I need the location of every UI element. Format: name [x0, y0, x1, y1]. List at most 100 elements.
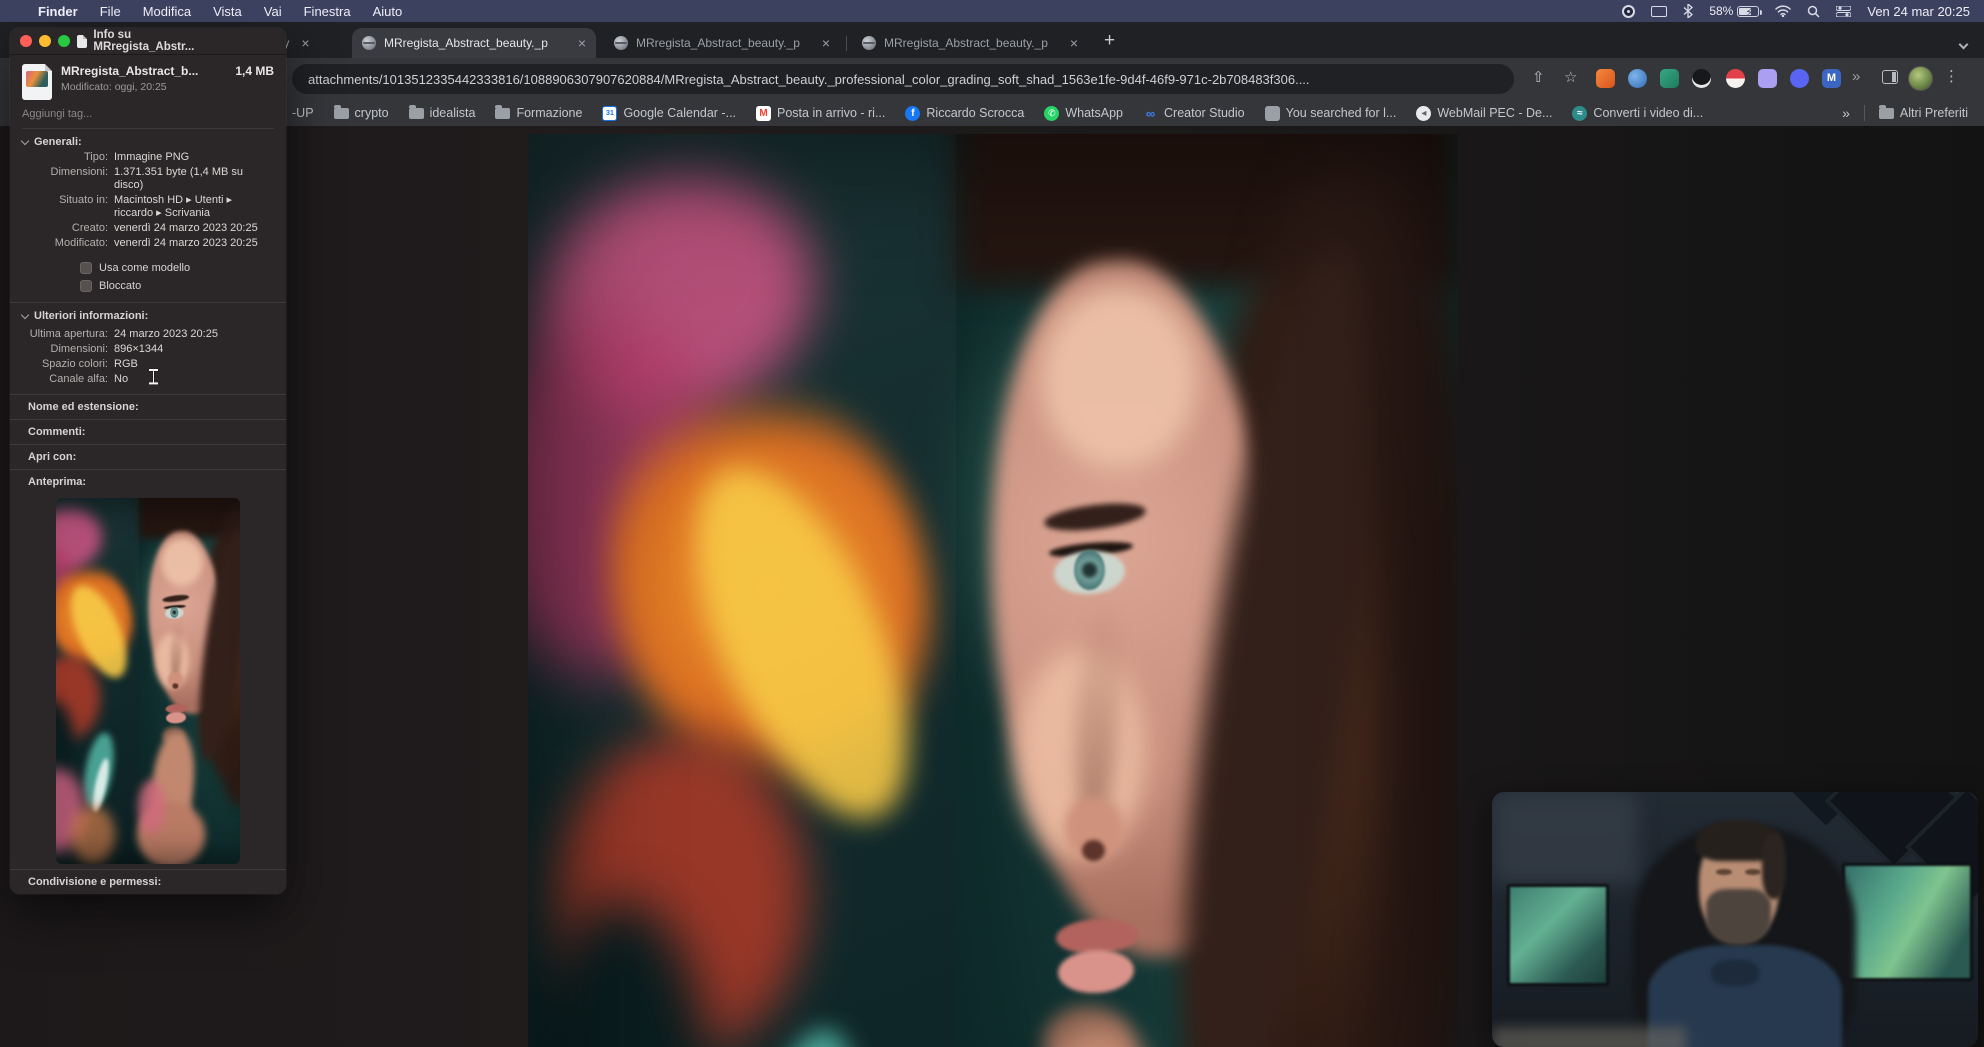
portrait-eye	[170, 607, 179, 618]
menu-item-file[interactable]: File	[100, 4, 121, 19]
bookmark-google-calendar[interactable]: 31 Google Calendar -...	[602, 105, 736, 121]
bookmark-folder-crypto[interactable]: crypto	[333, 104, 389, 120]
section-commenti[interactable]: Commenti:	[10, 419, 286, 444]
section-condivisione-e-permessi[interactable]: Condivisione e permessi:	[10, 869, 286, 894]
close-traffic-light[interactable]	[20, 35, 32, 47]
file-summary-row: MRregista_Abstract_b... 1,4 MB Modificat…	[10, 55, 286, 104]
minimize-traffic-light[interactable]	[38, 35, 51, 47]
url-text: attachments/1013512335442333816/10889063…	[308, 71, 1310, 87]
bookmark-folder-idealista[interactable]: idealista	[408, 104, 475, 120]
bookmark-converti-video[interactable]: ≈ Converti i video di...	[1572, 105, 1703, 121]
facebook-icon: f	[905, 105, 921, 121]
bookmark-creator-studio[interactable]: ∞ Creator Studio	[1143, 106, 1245, 121]
spotlight-search-icon[interactable]	[1807, 5, 1820, 18]
browser-tab-bar: ney × MRregista_Abstract_beauty._p × MRr…	[0, 22, 1984, 58]
section-generali[interactable]: Generali:	[10, 129, 286, 150]
tab-search-chevron-icon[interactable]	[1958, 35, 1970, 50]
extension-phantom-ghost-icon[interactable]	[1758, 69, 1777, 88]
info-row: Dimensioni: 1.371.351 byte (1,4 MB su dis…	[50, 166, 244, 191]
bookmarks-divider	[1863, 105, 1865, 121]
new-tab-button[interactable]: +	[1104, 30, 1115, 52]
menu-bar-clock[interactable]: Ven 24 mar 20:25	[1867, 4, 1970, 19]
menu-item-finder[interactable]: Finder	[38, 4, 78, 19]
document-icon	[76, 34, 88, 48]
extension-leaf-icon[interactable]	[1660, 69, 1679, 88]
bookmark-folder-formazione[interactable]: Formazione	[495, 104, 582, 120]
wifi-icon[interactable]	[1775, 5, 1792, 17]
browser-menu-kebab-icon[interactable]: ⋮	[1944, 67, 1959, 85]
extensions-overflow-icon[interactable]: »	[1852, 68, 1860, 85]
screen-record-icon[interactable]	[1622, 4, 1636, 18]
profile-avatar[interactable]	[1908, 66, 1933, 91]
tab-close-icon[interactable]: ×	[822, 35, 830, 51]
extension-m-tiles-icon[interactable]: M	[1822, 69, 1841, 88]
bookmark-gmail[interactable]: M Posta in arrivo - ri...	[756, 105, 885, 121]
bookmark-you-searched[interactable]: You searched for l...	[1264, 105, 1396, 121]
info-row: Creato: venerdì 24 marzo 2023 20:25	[71, 222, 258, 234]
tab-close-icon[interactable]: ×	[301, 35, 309, 51]
gmail-icon: M	[756, 105, 772, 121]
tab-active[interactable]: MRregista_Abstract_beauty._p ×	[352, 28, 596, 58]
section-nome-ed-estensione[interactable]: Nome ed estensione:	[10, 394, 286, 419]
extension-feather-icon[interactable]	[1628, 69, 1647, 88]
section-apri-con[interactable]: Apri con:	[10, 444, 286, 469]
bookmark-webmail-pec[interactable]: ◂ WebMail PEC - De...	[1416, 105, 1552, 121]
checkbox-icon[interactable]	[80, 280, 92, 292]
extension-github-cat-icon[interactable]	[1692, 69, 1711, 88]
bookmark-whatsapp[interactable]: ✆ WhatsApp	[1044, 105, 1123, 121]
checkbox-bloccato[interactable]: Bloccato	[10, 277, 286, 295]
info-row: Situato in: Macintosh HD ▸ Utenti ▸ ricca…	[59, 194, 233, 219]
battery-indicator[interactable]: 58% ⚡	[1709, 4, 1763, 19]
info-window-titlebar[interactable]: Info su MRregista_Abstr...	[10, 28, 286, 55]
portrait-lips	[1057, 948, 1136, 996]
bluetooth-icon[interactable]	[1683, 4, 1694, 18]
menu-item-vai[interactable]: Vai	[264, 4, 282, 19]
tab-close-icon[interactable]: ×	[1070, 35, 1078, 51]
extension-discord-icon[interactable]	[1790, 69, 1809, 88]
url-bar[interactable]: attachments/1013512335442333816/10889063…	[292, 64, 1514, 94]
share-icon[interactable]: ⇧	[1532, 68, 1545, 86]
side-panel-icon[interactable]	[1882, 70, 1898, 84]
folder-icon	[333, 104, 349, 119]
menu-item-aiuto[interactable]: Aiuto	[373, 4, 403, 19]
bookmarks-overflow-chevrons[interactable]: »	[1842, 105, 1850, 121]
abstract-left-half	[56, 498, 140, 864]
menu-item-finestra[interactable]: Finestra	[304, 4, 351, 19]
portrait-face	[142, 528, 229, 717]
tab-close-icon[interactable]: ×	[578, 35, 586, 51]
finder-info-window: Info su MRregista_Abstr... MRregista_Abs…	[10, 28, 286, 894]
preview-image[interactable]	[56, 498, 240, 864]
main-image[interactable]	[528, 134, 1458, 1047]
info-row: Ultima apertura: 24 marzo 2023 20:25	[29, 328, 218, 340]
other-favorites-folder[interactable]: Altri Preferiti	[1878, 104, 1968, 120]
tab-2[interactable]: MRregista_Abstract_beauty._p ×	[604, 28, 840, 58]
control-center-icon[interactable]	[1836, 5, 1852, 17]
zoom-traffic-light[interactable]	[57, 35, 70, 47]
menu-item-modifica[interactable]: Modifica	[143, 4, 191, 19]
battery-icon: ⚡	[1737, 5, 1763, 19]
portrait-right-half	[139, 498, 240, 864]
folder-icon	[1878, 104, 1894, 119]
folder-icon	[408, 104, 424, 119]
extension-fox-icon[interactable]	[1596, 69, 1615, 88]
menu-item-vista[interactable]: Vista	[213, 4, 242, 19]
bookmark-facebook[interactable]: f Riccardo Scrocca	[905, 105, 1024, 121]
png-file-icon	[22, 64, 52, 100]
info-row: Modificato: venerdì 24 marzo 2023 20:25	[54, 237, 258, 249]
bookmark-star-icon[interactable]: ☆	[1564, 68, 1577, 86]
add-tags-field[interactable]: Aggiungi tag...	[22, 108, 274, 129]
folder-icon	[495, 104, 511, 119]
menu-bar: Finder File Modifica Vista Vai Finestra …	[0, 0, 1984, 22]
whatsapp-icon: ✆	[1044, 105, 1060, 121]
webcam-overlay	[1492, 792, 1978, 1047]
extension-pokeball-icon[interactable]	[1726, 69, 1745, 88]
info-row: Tipo: Immagine PNG	[83, 151, 190, 163]
bookmark-item[interactable]: -UP	[292, 106, 314, 120]
checkbox-icon[interactable]	[80, 262, 92, 274]
section-ulteriori-informazioni[interactable]: Ulteriori informazioni:	[10, 303, 286, 324]
checkbox-usa-come-modello[interactable]: Usa come modello	[10, 259, 286, 277]
portrait-right-half	[955, 134, 1458, 1047]
tab-3[interactable]: MRregista_Abstract_beauty._p ×	[852, 28, 1088, 58]
display-icon[interactable]	[1651, 5, 1668, 17]
section-anteprima[interactable]: Anteprima:	[10, 469, 286, 494]
